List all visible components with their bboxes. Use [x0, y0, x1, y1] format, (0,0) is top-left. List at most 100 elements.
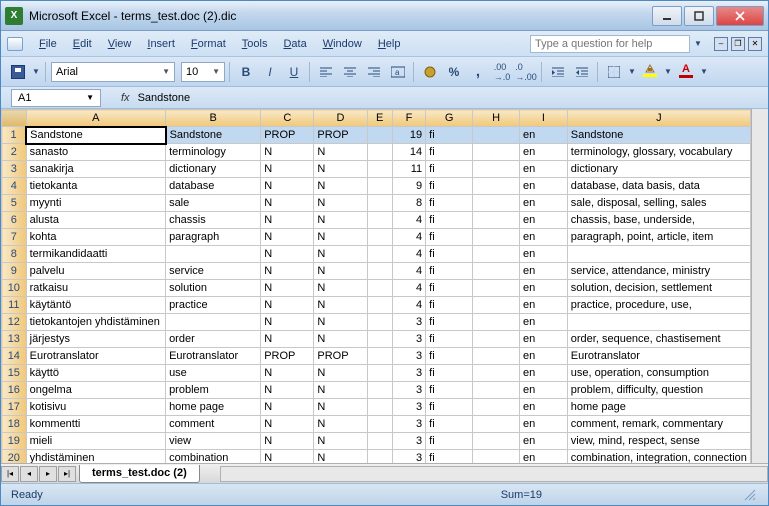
- cell[interactable]: [367, 433, 392, 450]
- cell[interactable]: [473, 348, 520, 365]
- cell[interactable]: järjestys: [26, 331, 165, 348]
- cell[interactable]: en: [520, 127, 568, 144]
- menu-help[interactable]: Help: [370, 35, 409, 53]
- currency-button[interactable]: [419, 61, 441, 83]
- cell[interactable]: combination, integration, connection: [567, 450, 750, 464]
- row-header[interactable]: 1: [2, 127, 27, 144]
- cell[interactable]: use, operation, consumption: [567, 365, 750, 382]
- cell[interactable]: fi: [426, 127, 473, 144]
- cell[interactable]: fi: [426, 229, 473, 246]
- cell[interactable]: N: [314, 246, 367, 263]
- cell[interactable]: [473, 161, 520, 178]
- menu-view[interactable]: View: [100, 35, 140, 53]
- save-dropdown-icon[interactable]: ▼: [31, 61, 41, 83]
- row-header[interactable]: 15: [2, 365, 27, 382]
- cell[interactable]: en: [520, 297, 568, 314]
- cell[interactable]: Sandstone: [26, 127, 165, 144]
- cell[interactable]: 3: [392, 382, 425, 399]
- cell[interactable]: [473, 144, 520, 161]
- bold-button[interactable]: B: [235, 61, 257, 83]
- cell[interactable]: N: [261, 450, 314, 464]
- row-header[interactable]: 3: [2, 161, 27, 178]
- save-button[interactable]: [7, 61, 29, 83]
- cell[interactable]: [473, 195, 520, 212]
- row-header[interactable]: 6: [2, 212, 27, 229]
- cell[interactable]: fi: [426, 348, 473, 365]
- column-header-E[interactable]: E: [367, 110, 392, 127]
- column-header-G[interactable]: G: [426, 110, 473, 127]
- cell[interactable]: 14: [392, 144, 425, 161]
- tab-nav-next-button[interactable]: ▸: [39, 466, 57, 482]
- cell[interactable]: N: [261, 365, 314, 382]
- cell[interactable]: en: [520, 416, 568, 433]
- help-dropdown-icon[interactable]: ▼: [692, 33, 704, 55]
- borders-button[interactable]: [603, 61, 625, 83]
- cell[interactable]: N: [314, 263, 367, 280]
- row-header[interactable]: 18: [2, 416, 27, 433]
- cell[interactable]: sanakirja: [26, 161, 165, 178]
- cell[interactable]: [473, 297, 520, 314]
- cell[interactable]: tietokantojen yhdistäminen: [26, 314, 165, 331]
- cell[interactable]: käytäntö: [26, 297, 165, 314]
- maximize-button[interactable]: [684, 6, 714, 26]
- cell[interactable]: solution, decision, settlement: [567, 280, 750, 297]
- cell[interactable]: [367, 195, 392, 212]
- cell[interactable]: terminology, glossary, vocabulary: [567, 144, 750, 161]
- cell[interactable]: Eurotranslator: [567, 348, 750, 365]
- cell[interactable]: [367, 263, 392, 280]
- cell[interactable]: [473, 246, 520, 263]
- row-header[interactable]: 5: [2, 195, 27, 212]
- cell[interactable]: fi: [426, 314, 473, 331]
- cell[interactable]: [473, 382, 520, 399]
- increase-indent-button[interactable]: [571, 61, 593, 83]
- cell[interactable]: 4: [392, 280, 425, 297]
- doc-restore-button[interactable]: ❐: [731, 37, 745, 51]
- cell[interactable]: [367, 348, 392, 365]
- cell[interactable]: yhdistäminen: [26, 450, 165, 464]
- cell[interactable]: view, mind, respect, sense: [567, 433, 750, 450]
- cell[interactable]: N: [314, 195, 367, 212]
- cell[interactable]: kommentti: [26, 416, 165, 433]
- cell[interactable]: [367, 246, 392, 263]
- align-center-button[interactable]: [339, 61, 361, 83]
- cell[interactable]: [367, 382, 392, 399]
- cell[interactable]: fi: [426, 297, 473, 314]
- cell[interactable]: [473, 127, 520, 144]
- cell[interactable]: chassis: [166, 212, 261, 229]
- menu-data[interactable]: Data: [275, 35, 314, 53]
- cell[interactable]: problem, difficulty, question: [567, 382, 750, 399]
- cell[interactable]: ongelma: [26, 382, 165, 399]
- cell[interactable]: en: [520, 331, 568, 348]
- cell[interactable]: N: [261, 280, 314, 297]
- cell[interactable]: fi: [426, 433, 473, 450]
- cell[interactable]: fi: [426, 280, 473, 297]
- font-color-button[interactable]: A: [675, 61, 697, 83]
- cell[interactable]: N: [314, 280, 367, 297]
- cell[interactable]: en: [520, 212, 568, 229]
- cell[interactable]: en: [520, 195, 568, 212]
- cell[interactable]: N: [261, 416, 314, 433]
- cell[interactable]: N: [261, 382, 314, 399]
- cell[interactable]: [367, 144, 392, 161]
- row-header[interactable]: 13: [2, 331, 27, 348]
- cell[interactable]: [473, 212, 520, 229]
- cell[interactable]: en: [520, 314, 568, 331]
- fill-color-button[interactable]: [639, 61, 661, 83]
- menu-tools[interactable]: Tools: [234, 35, 276, 53]
- cell[interactable]: order, sequence, chastisement: [567, 331, 750, 348]
- cell[interactable]: fi: [426, 161, 473, 178]
- cell[interactable]: Eurotranslator: [166, 348, 261, 365]
- cell[interactable]: [367, 365, 392, 382]
- cell[interactable]: database, data basis, data: [567, 178, 750, 195]
- column-header-H[interactable]: H: [473, 110, 520, 127]
- cell[interactable]: N: [314, 399, 367, 416]
- cell[interactable]: 19: [392, 127, 425, 144]
- decrease-indent-button[interactable]: [547, 61, 569, 83]
- minimize-button[interactable]: [652, 6, 682, 26]
- cell[interactable]: N: [314, 331, 367, 348]
- cell[interactable]: [166, 246, 261, 263]
- cell[interactable]: N: [314, 178, 367, 195]
- cell[interactable]: N: [261, 246, 314, 263]
- cell[interactable]: [367, 212, 392, 229]
- menu-file[interactable]: File: [31, 35, 65, 53]
